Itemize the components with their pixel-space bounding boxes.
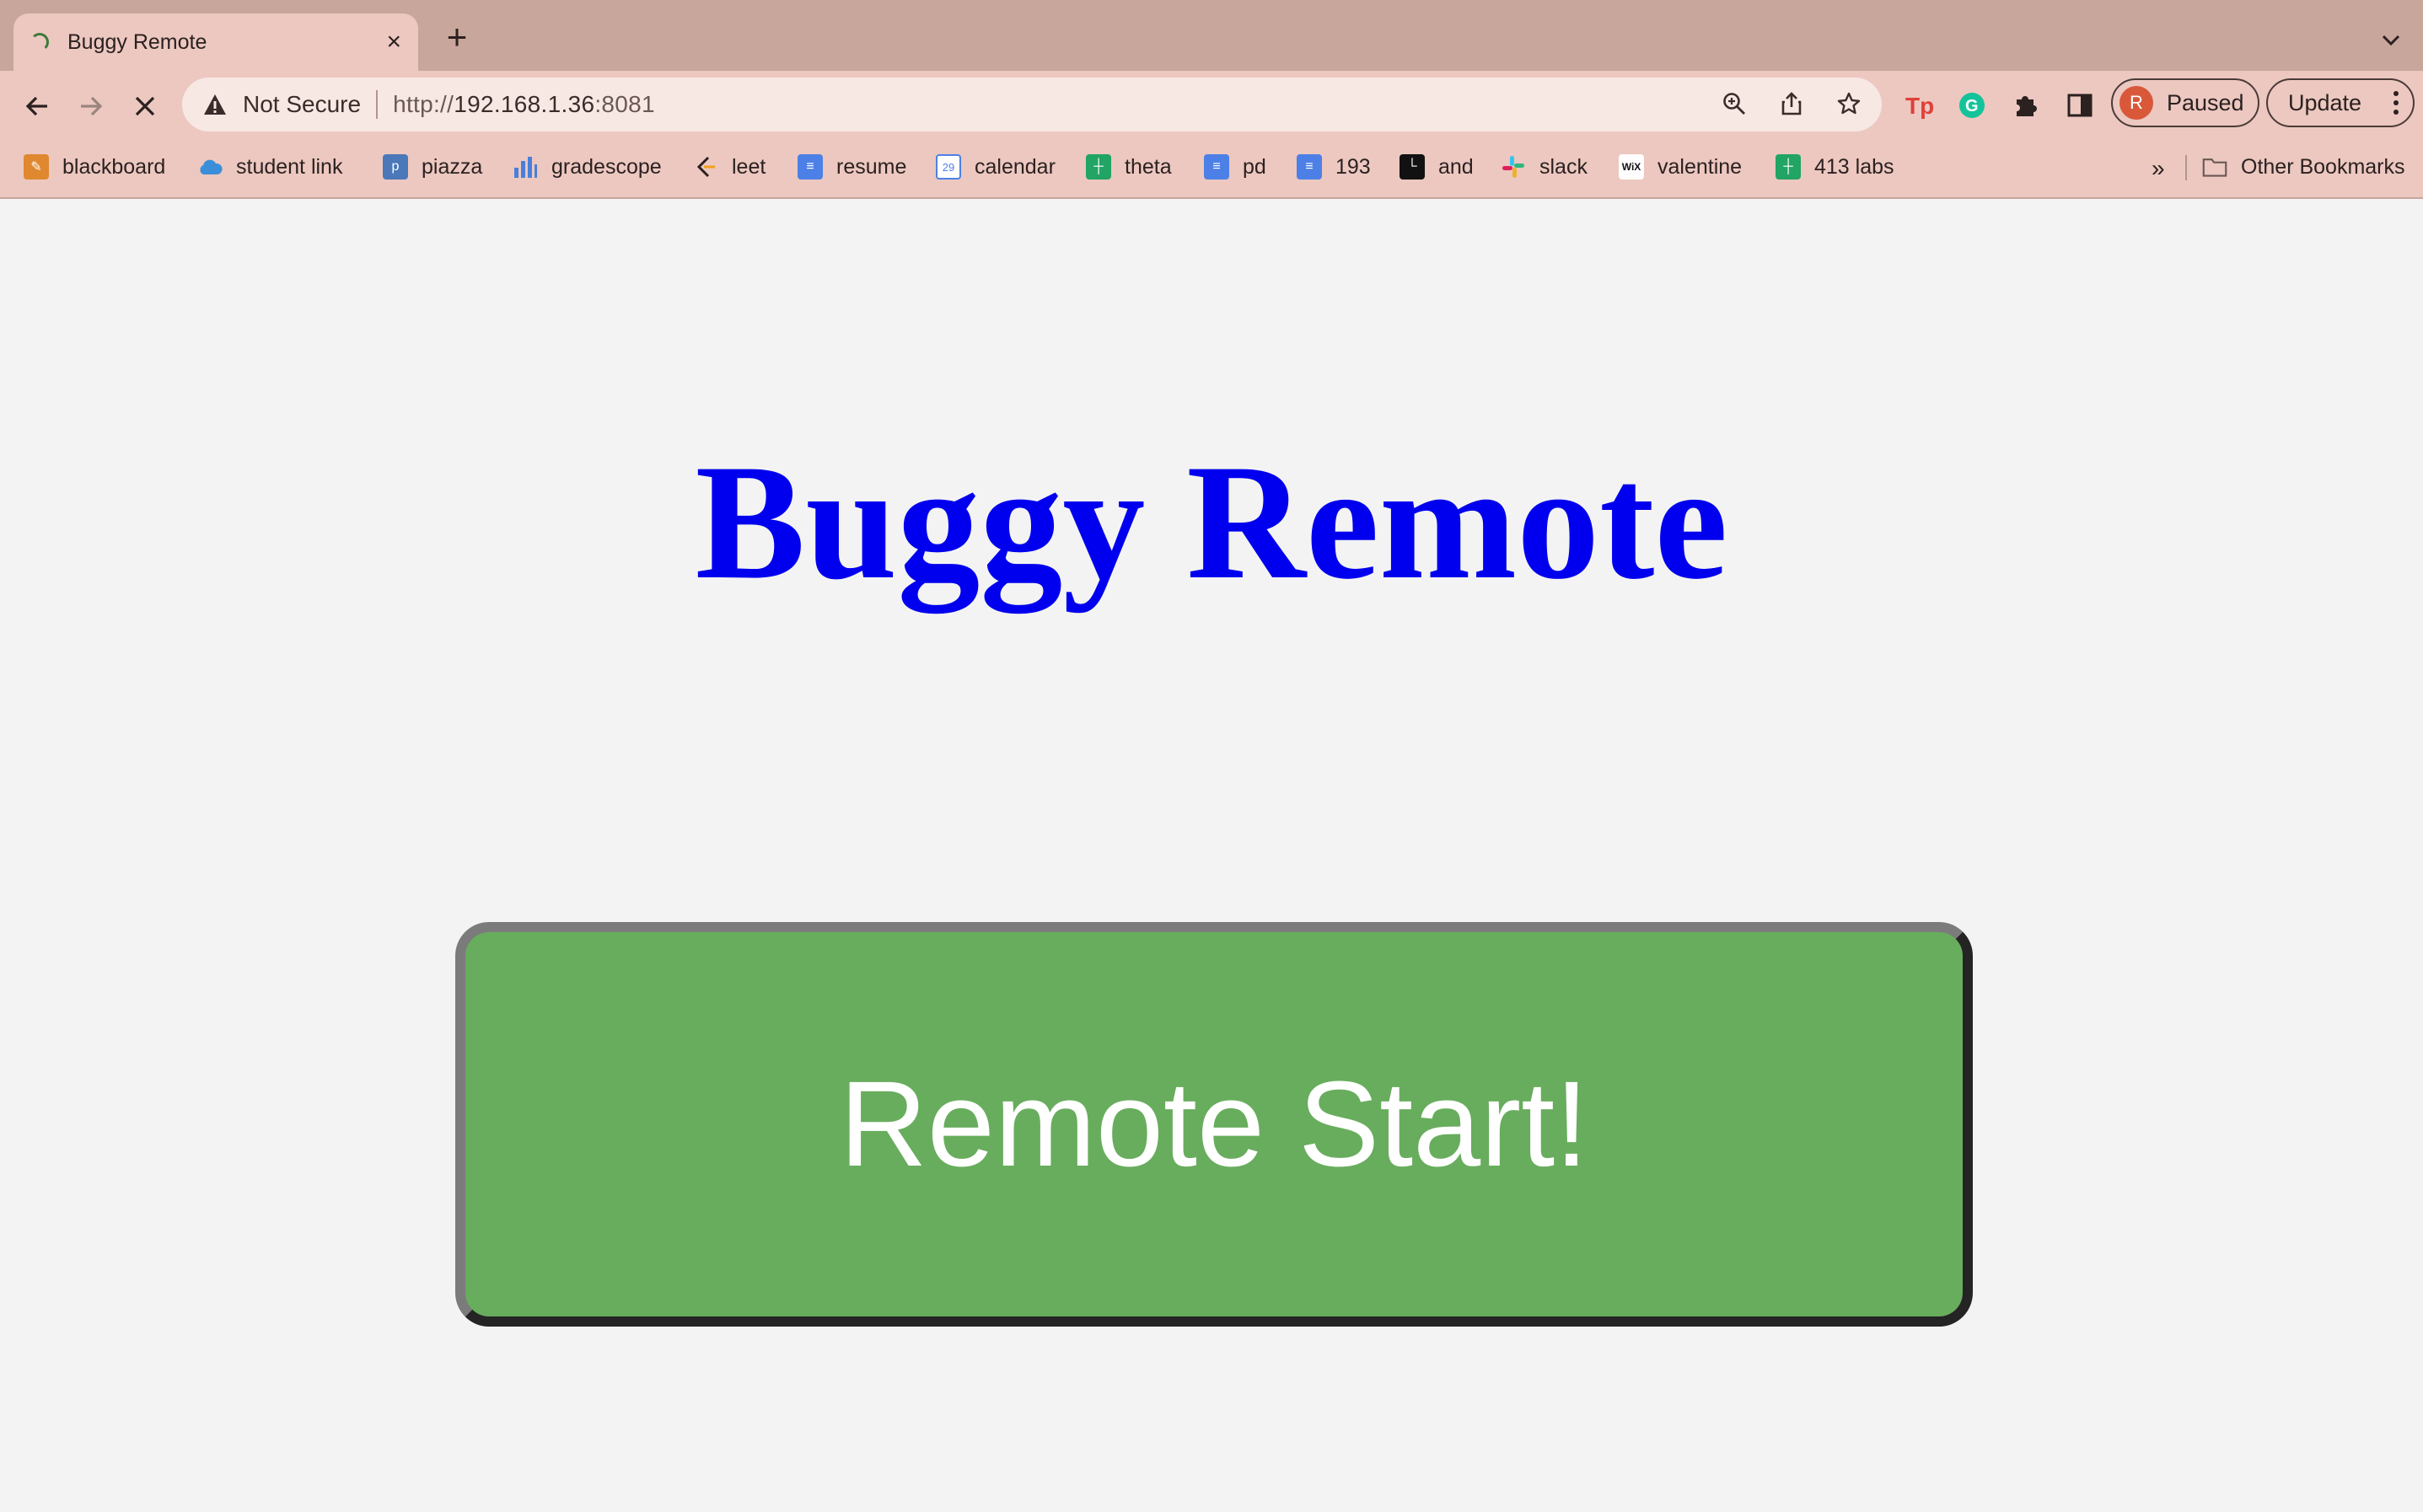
bookmark-label: leet	[732, 154, 766, 179]
bookmarks-overflow-button[interactable]: »	[2152, 155, 2165, 182]
bookmark-item[interactable]: ┼ 413 labs	[1776, 152, 1894, 182]
svg-text:Tp: Tp	[1905, 93, 1934, 119]
wix-icon: WiX	[1619, 154, 1644, 180]
bookmark-label: pd	[1243, 154, 1266, 179]
svg-text:G: G	[1965, 97, 1979, 115]
browser-toolbar: Not Secure http://192.168.1.36:8081 Tp G…	[0, 71, 2423, 199]
bookmark-star-icon[interactable]	[1835, 89, 1863, 118]
forward-button[interactable]	[71, 86, 111, 126]
piazza-icon: p	[383, 154, 408, 180]
bar-chart-icon	[513, 154, 538, 180]
new-tab-button[interactable]: +	[438, 19, 475, 57]
bookmark-label: piazza	[422, 154, 483, 179]
bookmark-item[interactable]: ≡ 193	[1297, 152, 1371, 182]
calendar-icon: 29	[936, 154, 961, 180]
tab-title: Buggy Remote	[67, 29, 207, 54]
tab-strip: Buggy Remote × +	[0, 0, 2423, 71]
page-content: Buggy Remote Remote Start!	[0, 187, 2423, 1512]
forward-arrow-icon	[81, 96, 103, 116]
docs-icon: ≡	[1204, 154, 1229, 180]
bookmark-label: theta	[1125, 154, 1172, 179]
bookmark-item[interactable]: 29 calendar	[936, 152, 1056, 182]
update-label: Update	[2288, 89, 2362, 115]
bookmark-item[interactable]: WiX valentine	[1619, 152, 1742, 182]
profile-status-label: Paused	[2167, 89, 2244, 115]
bookmark-item[interactable]: ✎ blackboard	[24, 152, 165, 182]
bookmark-label: and	[1438, 154, 1474, 179]
grammarly-extension-icon[interactable]: G	[1953, 86, 1991, 125]
zoom-icon[interactable]	[1720, 89, 1749, 118]
address-bar[interactable]: Not Secure http://192.168.1.36:8081	[182, 78, 1882, 131]
slack-icon	[1501, 154, 1526, 180]
other-bookmarks-label: Other Bookmarks	[2241, 154, 2405, 179]
bookmark-label: calendar	[975, 154, 1056, 179]
url-port: :8081	[594, 91, 655, 117]
loading-spinner-icon	[30, 33, 49, 51]
leetcode-icon	[693, 154, 718, 180]
other-bookmarks-folder[interactable]: Other Bookmarks	[2202, 152, 2405, 182]
bookmark-item[interactable]: └ and	[1400, 152, 1474, 182]
omnibox-divider	[376, 90, 379, 119]
warning-triangle-icon[interactable]	[202, 92, 228, 117]
close-tab-icon[interactable]: ×	[386, 29, 401, 55]
sheets-icon: ┼	[1086, 154, 1111, 180]
back-arrow-icon	[25, 96, 47, 116]
more-menu-icon[interactable]	[2393, 90, 2399, 115]
bookmark-label: blackboard	[62, 154, 166, 179]
bookmark-label: slack	[1539, 154, 1588, 179]
back-button[interactable]	[17, 86, 57, 126]
teleparty-extension-icon[interactable]: Tp	[1900, 86, 1939, 125]
bookmark-label: 413 labs	[1814, 154, 1894, 179]
blackboard-icon: ✎	[24, 154, 49, 180]
sheets-icon: ┼	[1776, 154, 1801, 180]
update-button[interactable]: Update	[2266, 78, 2415, 127]
tab-search-chevron-icon[interactable]	[2376, 25, 2406, 56]
bookmark-item[interactable]: gradescope	[513, 152, 662, 182]
url-scheme: http://	[393, 91, 454, 117]
bookmark-item[interactable]: leet	[693, 152, 766, 182]
folder-icon	[2202, 154, 2227, 180]
security-status-label[interactable]: Not Secure	[243, 91, 361, 118]
bookmark-label: resume	[836, 154, 907, 179]
bookmark-item[interactable]: ≡ resume	[798, 152, 906, 182]
avatar: R	[2119, 86, 2153, 120]
share-icon[interactable]	[1777, 89, 1806, 118]
stop-loading-button[interactable]	[125, 86, 165, 126]
close-x-icon	[135, 96, 155, 116]
browser-tab-active[interactable]: Buggy Remote ×	[13, 13, 418, 71]
side-panel-icon[interactable]	[2060, 86, 2099, 125]
remote-start-button[interactable]: Remote Start!	[455, 922, 1973, 1327]
docs-icon: ≡	[1297, 154, 1322, 180]
extensions-puzzle-icon[interactable]	[2007, 86, 2045, 125]
docs-icon: ≡	[798, 154, 823, 180]
bookmark-item[interactable]: ┼ theta	[1086, 152, 1172, 182]
bookmark-item[interactable]: slack	[1501, 152, 1588, 182]
url-host: 192.168.1.36	[454, 91, 595, 117]
bookmark-label: valentine	[1657, 154, 1743, 179]
bookmark-label: 193	[1335, 154, 1371, 179]
page-title: Buggy Remote	[695, 431, 1728, 614]
bookmark-label: gradescope	[551, 154, 662, 179]
url-text[interactable]: http://192.168.1.36:8081	[393, 91, 655, 118]
bookmark-item[interactable]: p piazza	[383, 152, 482, 182]
cloud-icon	[197, 154, 223, 180]
bookmarks-divider	[2185, 155, 2187, 180]
bookmark-item[interactable]: student link	[197, 152, 342, 182]
terminal-icon: └	[1400, 154, 1425, 180]
profile-button[interactable]: R Paused	[2111, 78, 2259, 127]
bookmark-label: student link	[236, 154, 343, 179]
bookmark-item[interactable]: ≡ pd	[1204, 152, 1266, 182]
